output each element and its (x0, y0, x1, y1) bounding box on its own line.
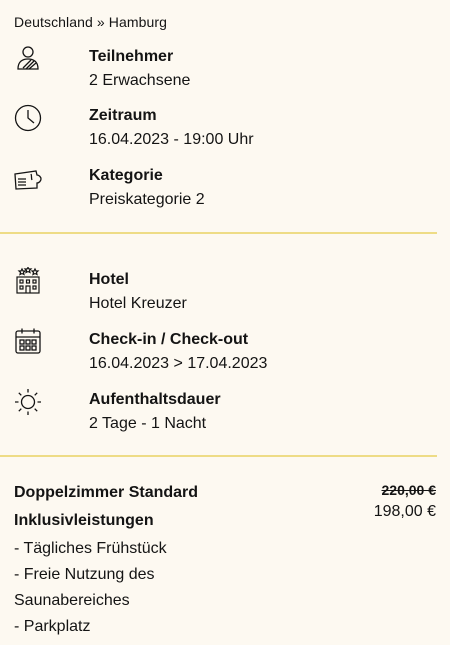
period-value: 16.04.2023 - 19:00 Uhr (89, 131, 254, 148)
room-title: Doppelzimmer Standard (14, 484, 199, 501)
checkin-row: Check-in / Check-out 16.04.2023 > 17.04.… (0, 327, 450, 377)
section-divider-1 (0, 232, 437, 234)
checkin-label: Check-in / Check-out (89, 331, 249, 348)
duration-value: 2 Tage - 1 Nacht (89, 415, 207, 432)
checkin-value: 16.04.2023 > 17.04.2023 (89, 355, 268, 372)
hotel-row: Hotel Hotel Kreuzer (0, 267, 450, 317)
list-item: - Parkplatz (14, 618, 91, 635)
ticket-icon (14, 165, 42, 193)
hotel-value: Hotel Kreuzer (89, 295, 187, 312)
breadcrumb: Deutschland » Hamburg (14, 14, 168, 30)
person-icon (14, 44, 42, 72)
category-value: Preiskategorie 2 (89, 191, 205, 208)
inclusions-title: Inklusivleistungen (14, 512, 154, 529)
sun-icon (14, 388, 42, 416)
participants-label: Teilnehmer (89, 48, 174, 65)
participants-row: Teilnehmer 2 Erwachsene (0, 44, 450, 94)
list-item: - Freie Nutzung des Saunabereiches (14, 566, 155, 609)
category-label: Kategorie (89, 167, 163, 184)
list-item: - Tägliches Frühstück (14, 540, 167, 557)
room-price: 198,00 € (373, 503, 436, 520)
period-row: Zeitraum 16.04.2023 - 19:00 Uhr (0, 103, 450, 153)
category-row: Kategorie Preiskategorie 2 (0, 163, 450, 213)
inclusions-list: - Tägliches Frühstück - Freie Nutzung de… (14, 536, 214, 640)
calendar-icon (14, 327, 42, 355)
duration-row: Aufenthaltsdauer 2 Tage - 1 Nacht (0, 387, 450, 437)
period-label: Zeitraum (89, 107, 157, 124)
duration-label: Aufenthaltsdauer (89, 391, 221, 408)
participants-value: 2 Erwachsene (89, 72, 191, 89)
hotel-icon (14, 267, 42, 295)
old-price: 220,00 € (381, 482, 437, 498)
hotel-label: Hotel (89, 271, 129, 288)
clock-icon (14, 104, 42, 132)
section-divider-2 (0, 455, 437, 457)
